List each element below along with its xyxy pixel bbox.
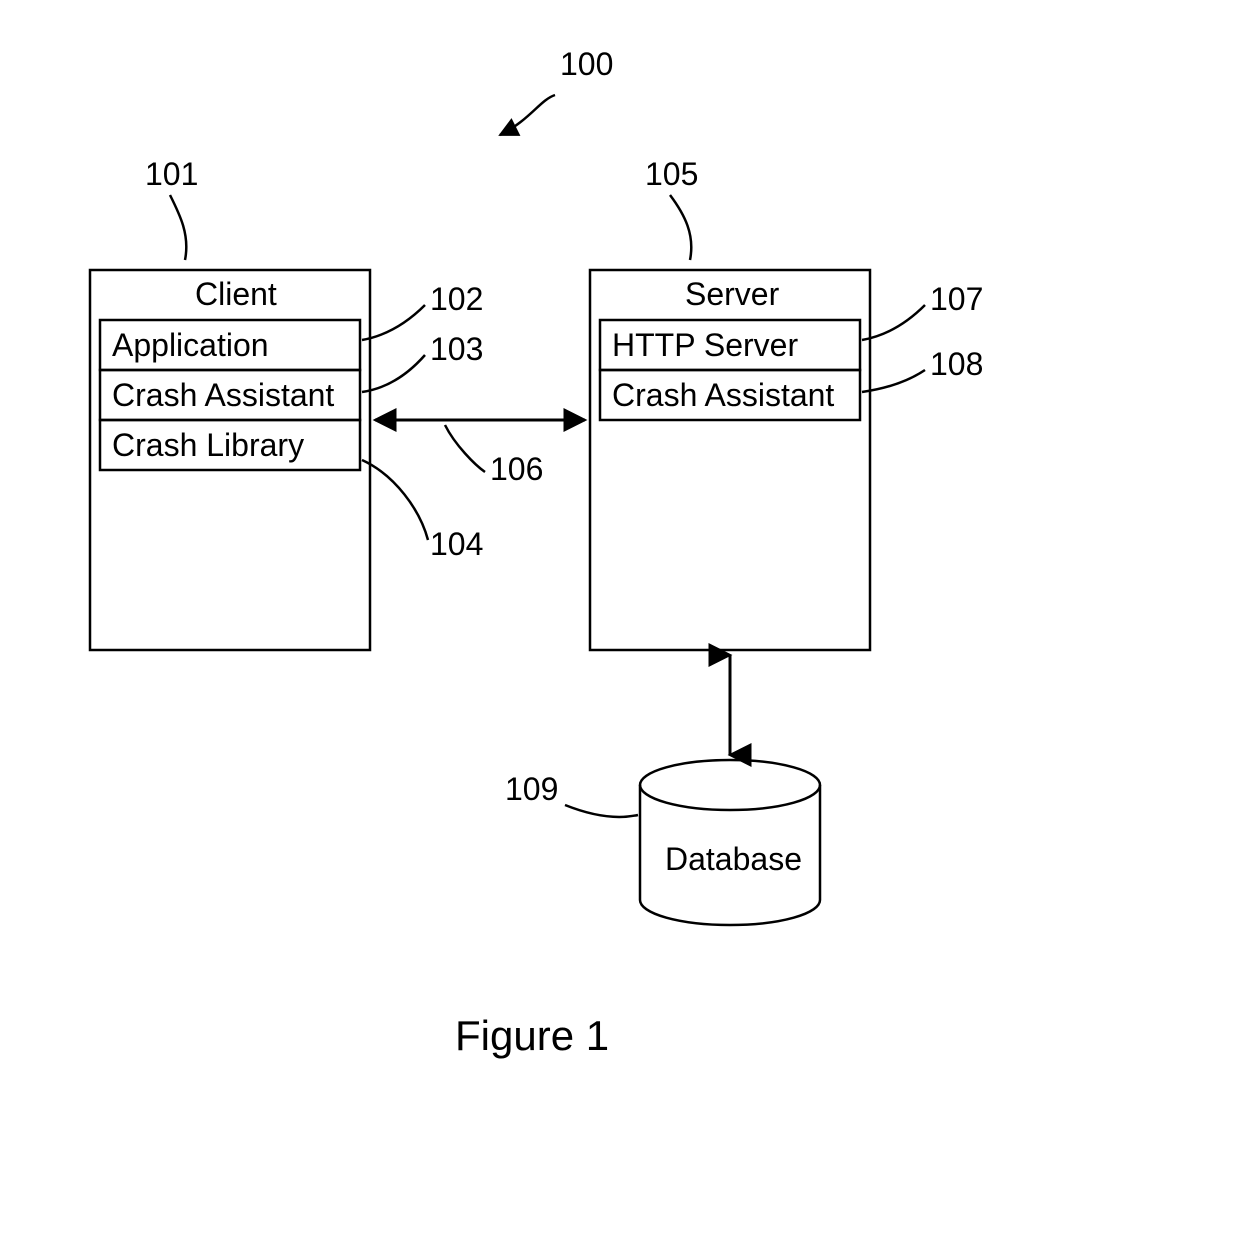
leader-100 — [500, 95, 555, 135]
crash-library-label: Crash Library — [112, 427, 304, 463]
leader-105 — [670, 195, 691, 260]
ref-102: 102 — [430, 281, 483, 317]
figure-canvas: 100 Client Application Crash Assistant C… — [0, 0, 1240, 1247]
figure-title: Figure 1 — [455, 1012, 609, 1059]
database-block: Database — [640, 760, 820, 925]
database-top — [640, 760, 820, 810]
ref-105: 105 — [645, 156, 698, 192]
database-label: Database — [665, 841, 802, 877]
ref-107: 107 — [930, 281, 983, 317]
application-label: Application — [112, 327, 269, 363]
ref-100: 100 — [560, 46, 613, 82]
client-block: Client Application Crash Assistant Crash… — [90, 270, 370, 650]
server-block: Server HTTP Server Crash Assistant — [590, 270, 870, 650]
leader-109 — [565, 805, 638, 817]
server-title: Server — [685, 276, 780, 312]
client-title: Client — [195, 276, 277, 312]
leader-102 — [362, 305, 425, 340]
ref-101: 101 — [145, 156, 198, 192]
server-crash-assistant-label: Crash Assistant — [612, 377, 834, 413]
http-server-label: HTTP Server — [612, 327, 798, 363]
leader-107 — [862, 305, 925, 340]
leader-101 — [170, 195, 186, 260]
ref-103: 103 — [430, 331, 483, 367]
ref-106: 106 — [490, 451, 543, 487]
client-crash-assistant-label: Crash Assistant — [112, 377, 334, 413]
ref-104: 104 — [430, 526, 483, 562]
ref-108: 108 — [930, 346, 983, 382]
leader-104 — [362, 460, 428, 540]
leader-108 — [862, 370, 925, 392]
ref-109: 109 — [505, 771, 558, 807]
leader-106 — [445, 425, 485, 472]
leader-103 — [362, 355, 425, 392]
